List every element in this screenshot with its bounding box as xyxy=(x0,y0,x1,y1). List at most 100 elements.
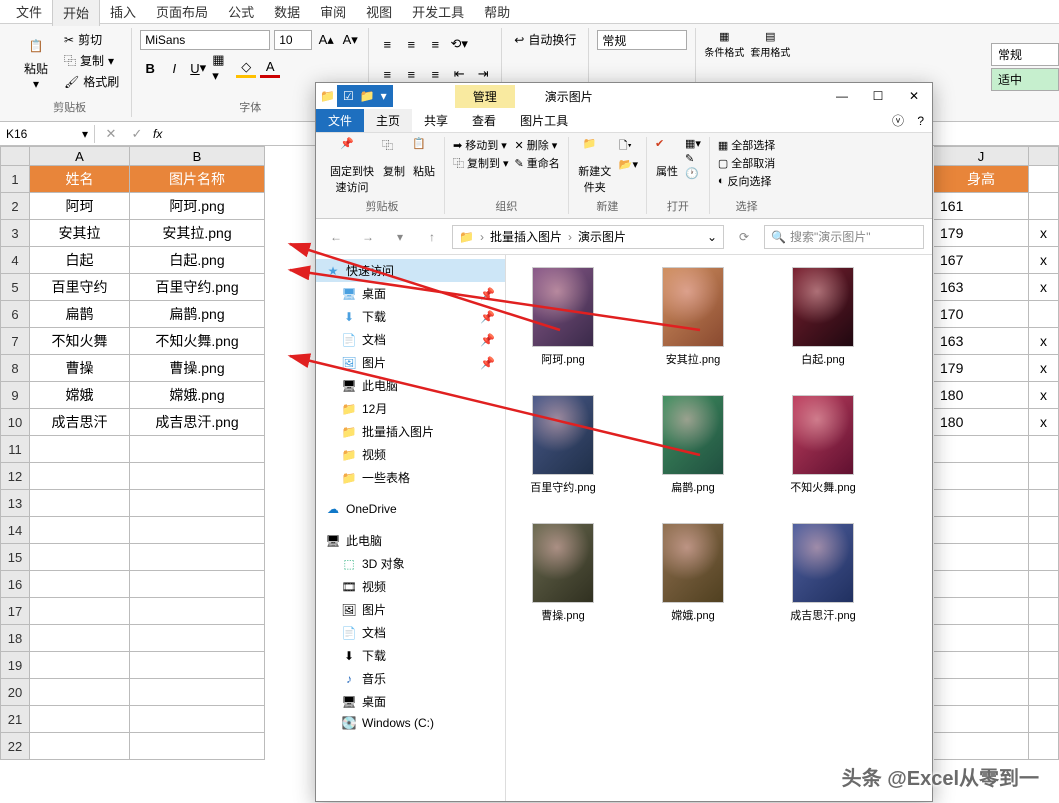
table-row[interactable] xyxy=(934,544,1059,571)
help-icon[interactable]: ? xyxy=(917,114,924,128)
spreadsheet-grid-right[interactable]: J 身高161179x167x163x170163x179x180x180x xyxy=(934,146,1059,760)
table-row[interactable] xyxy=(30,544,265,571)
cell[interactable] xyxy=(934,436,1029,463)
cell[interactable] xyxy=(130,652,265,679)
nav-batch-insert[interactable]: 📁批量插入图片 xyxy=(316,420,505,443)
cell[interactable] xyxy=(130,706,265,733)
row-header[interactable]: 3 xyxy=(0,220,30,247)
cell[interactable] xyxy=(30,625,130,652)
nav-documents-lib[interactable]: 📄文档 xyxy=(316,621,505,644)
copy-to-button[interactable]: ⿻复制到▾ xyxy=(453,155,509,171)
font-name-select[interactable] xyxy=(140,30,270,50)
cell[interactable] xyxy=(1029,733,1059,760)
cell[interactable]: 曹操 xyxy=(30,355,130,382)
select-all-corner[interactable] xyxy=(0,146,30,166)
wrap-text-button[interactable]: ↩自动换行 xyxy=(510,30,580,49)
table-row[interactable] xyxy=(934,571,1059,598)
cell[interactable]: 163 xyxy=(934,328,1029,355)
nav-recent-button[interactable]: ▾ xyxy=(388,225,412,249)
cell[interactable] xyxy=(1029,598,1059,625)
row-header[interactable]: 10 xyxy=(0,409,30,436)
cell[interactable] xyxy=(30,679,130,706)
table-row[interactable]: 白起白起.png xyxy=(30,247,265,274)
tab-view[interactable]: 查看 xyxy=(460,109,508,132)
cell[interactable]: 扁鹊.png xyxy=(130,301,265,328)
file-item[interactable]: 扁鹊.png xyxy=(648,395,738,495)
cell[interactable] xyxy=(30,706,130,733)
invert-selection-button[interactable]: ◐反向选择 xyxy=(718,173,775,189)
table-row[interactable]: 163x xyxy=(934,274,1059,301)
move-to-button[interactable]: ➡移动到▾ xyxy=(453,137,509,153)
file-item[interactable]: 曹操.png xyxy=(518,523,608,623)
row-header[interactable]: 15 xyxy=(0,544,30,571)
file-item[interactable]: 阿珂.png xyxy=(518,267,608,367)
file-item[interactable]: 白起.png xyxy=(778,267,868,367)
table-row[interactable]: 百里守约百里守约.png xyxy=(30,274,265,301)
align-right-icon[interactable]: ≡ xyxy=(425,64,445,84)
cell[interactable] xyxy=(1029,625,1059,652)
table-row[interactable] xyxy=(30,490,265,517)
increase-font-icon[interactable]: A▴ xyxy=(316,30,336,50)
underline-button[interactable]: U ▾ xyxy=(188,58,208,78)
chevron-down-icon[interactable]: ▾ xyxy=(381,89,387,103)
table-row[interactable] xyxy=(934,679,1059,706)
align-top-icon[interactable]: ≡ xyxy=(377,34,397,54)
table-row[interactable]: 姓名图片名称 xyxy=(30,166,265,193)
table-row[interactable]: 扁鹊扁鹊.png xyxy=(30,301,265,328)
table-row[interactable]: 179x xyxy=(934,355,1059,382)
menu-file[interactable]: 文件 xyxy=(6,0,52,25)
minimize-button[interactable]: — xyxy=(824,83,860,109)
align-center-icon[interactable]: ≡ xyxy=(401,64,421,84)
nav-music[interactable]: ♪音乐 xyxy=(316,667,505,690)
menu-dev[interactable]: 开发工具 xyxy=(402,0,474,25)
nav-tables[interactable]: 📁一些表格 xyxy=(316,466,505,489)
table-row[interactable]: 嫦娥嫦娥.png xyxy=(30,382,265,409)
row-header[interactable]: 13 xyxy=(0,490,30,517)
easy-access-icon[interactable]: 📂▾ xyxy=(619,158,638,171)
cell[interactable]: 170 xyxy=(934,301,1029,328)
row-header[interactable]: 2 xyxy=(0,193,30,220)
file-item[interactable]: 百里守约.png xyxy=(518,395,608,495)
select-all-button[interactable]: ▦全部选择 xyxy=(718,137,775,153)
table-row[interactable] xyxy=(934,652,1059,679)
table-row[interactable]: 曹操曹操.png xyxy=(30,355,265,382)
table-row[interactable] xyxy=(934,490,1059,517)
border-button[interactable]: ▦ ▾ xyxy=(212,58,232,78)
file-item[interactable]: 成吉思汗.png xyxy=(778,523,868,623)
cell[interactable] xyxy=(1029,436,1059,463)
nav-downloads[interactable]: ⬇下载📌 xyxy=(316,305,505,328)
paste-button[interactable]: 📋 粘贴 ▾ xyxy=(16,30,56,93)
select-none-button[interactable]: ▢全部取消 xyxy=(718,155,775,171)
nav-up-button[interactable]: ↑ xyxy=(420,225,444,249)
collapse-ribbon-icon[interactable]: ⓥ xyxy=(892,112,904,129)
cell[interactable] xyxy=(1029,571,1059,598)
chevron-down-icon[interactable]: ⌄ xyxy=(707,230,717,244)
cell[interactable]: 阿珂.png xyxy=(130,193,265,220)
row-header[interactable]: 14 xyxy=(0,517,30,544)
cut-button[interactable]: ✂剪切 xyxy=(60,30,123,49)
row-header[interactable]: 18 xyxy=(0,625,30,652)
table-row[interactable] xyxy=(30,517,265,544)
nav-videos[interactable]: 📁视频 xyxy=(316,443,505,466)
menu-insert[interactable]: 插入 xyxy=(100,0,146,25)
table-row[interactable] xyxy=(30,652,265,679)
cell[interactable] xyxy=(934,517,1029,544)
cell[interactable] xyxy=(934,625,1029,652)
cell[interactable] xyxy=(130,544,265,571)
cell[interactable] xyxy=(130,571,265,598)
tab-file[interactable]: 文件 xyxy=(316,109,364,132)
cell[interactable] xyxy=(934,706,1029,733)
new-item-icon[interactable]: 🗋▾ xyxy=(619,137,638,156)
cell[interactable]: x xyxy=(1029,382,1059,409)
menu-home[interactable]: 开始 xyxy=(52,0,100,26)
cell[interactable] xyxy=(130,463,265,490)
table-row[interactable] xyxy=(934,625,1059,652)
table-row[interactable]: 身高 xyxy=(934,166,1059,193)
cell[interactable]: 阿珂 xyxy=(30,193,130,220)
explorer-file-grid[interactable]: 阿珂.png安其拉.png白起.png百里守约.png扁鹊.png不知火舞.pn… xyxy=(506,255,932,801)
table-row[interactable]: 成吉思汗成吉思汗.png xyxy=(30,409,265,436)
menu-review[interactable]: 审阅 xyxy=(310,0,356,25)
quick-access-toolbar[interactable]: ☑ 📁 ▾ xyxy=(337,85,393,107)
cell[interactable] xyxy=(1029,517,1059,544)
cell[interactable]: x xyxy=(1029,220,1059,247)
